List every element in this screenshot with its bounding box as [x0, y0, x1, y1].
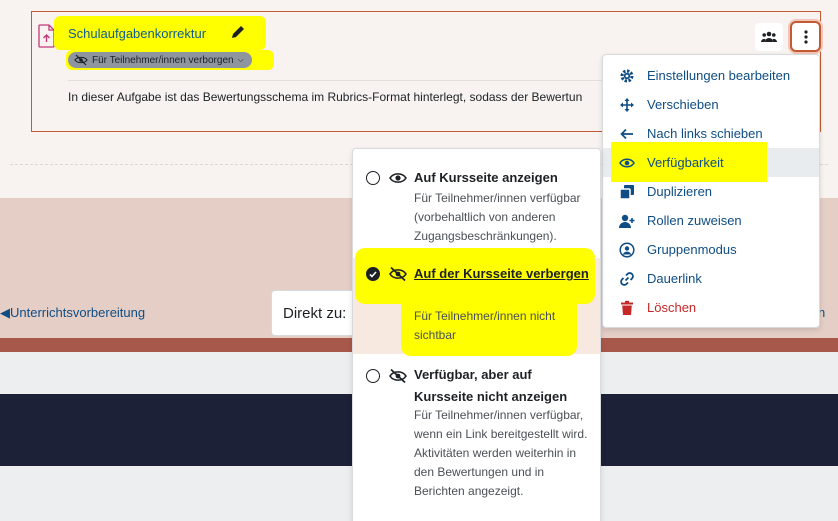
menu-item-label: Dauerlink: [647, 271, 702, 286]
menu-item-label: Gruppenmodus: [647, 242, 737, 257]
option-title: Verfügbar, aber auf Kursseite nicht anze…: [414, 367, 568, 404]
copy-icon: [619, 184, 634, 200]
menu-item-delete[interactable]: Löschen: [603, 293, 819, 322]
option-description: Für Teilnehmer/innen verfügbar (vorbehal…: [414, 191, 581, 243]
menu-item-label: Duplizieren: [647, 184, 713, 199]
menu-item-group-mode[interactable]: Gruppenmodus: [603, 235, 819, 264]
option-available-not-shown[interactable]: Verfügbar, aber auf Kursseite nicht anze…: [353, 363, 600, 521]
menu-item-assign-roles[interactable]: Rollen zuweisen: [603, 206, 819, 235]
jump-to-label: Direkt zu:: [283, 305, 347, 322]
option-description: Für Teilnehmer/innen nicht sichtbar: [414, 309, 556, 342]
menu-item-label: Verschieben: [647, 97, 719, 112]
card-separator: [68, 80, 660, 81]
eye-icon: [389, 173, 407, 183]
prev-activity-link[interactable]: ◀Unterrichtsvorbereitung: [0, 305, 145, 321]
activity-title[interactable]: Schulaufgabenkorrektur: [68, 26, 206, 41]
user-plus-icon: [619, 214, 635, 228]
activity-action-menu: Einstellungen bearbeiten Verschieben Nac…: [602, 54, 820, 328]
activity-actions-button[interactable]: [790, 21, 821, 52]
gear-icon: [620, 69, 634, 82]
option-title: Auf Kursseite anzeigen: [414, 170, 558, 185]
link-icon: [620, 271, 634, 286]
visibility-badge-label: Für Teilnehmer/innen verborgen: [92, 54, 234, 66]
jump-to-select[interactable]: Direkt zu:: [271, 290, 361, 336]
users-icon: [761, 31, 777, 42]
option-hide-on-course-page[interactable]: Auf der Kursseite verbergen Für Teilnehm…: [353, 252, 600, 356]
radio-button-checked[interactable]: [366, 267, 380, 281]
option-title: Auf der Kursseite verbergen: [414, 266, 589, 281]
eye-slash-icon: [389, 369, 407, 383]
menu-item-label: Löschen: [647, 300, 697, 315]
radio-button[interactable]: [366, 171, 380, 185]
kebab-menu-icon: [803, 29, 808, 44]
activity-description: In dieser Aufgabe ist das Bewertungssche…: [68, 90, 583, 104]
menu-item-label: Verfügbarkeit: [647, 155, 724, 170]
pencil-icon[interactable]: [230, 24, 246, 40]
trash-icon: [621, 300, 633, 315]
availability-menu: Auf Kursseite anzeigen Für Teilnehmer/in…: [352, 148, 601, 521]
menu-item-permalink[interactable]: Dauerlink: [603, 264, 819, 293]
next-activity-link[interactable]: n: [818, 305, 838, 320]
option-show-on-course-page[interactable]: Auf Kursseite anzeigen Für Teilnehmer/in…: [353, 163, 600, 255]
eye-slash-icon: [389, 267, 407, 281]
eye-slash-icon: [74, 54, 88, 66]
option-description: Für Teilnehmer/innen verfügbar, wenn ein…: [414, 408, 588, 498]
group-mode-button[interactable]: [755, 23, 783, 51]
menu-item-edit-settings[interactable]: Einstellungen bearbeiten: [603, 61, 819, 90]
chevron-down-icon: ⌵: [237, 55, 244, 64]
menu-item-label: Rollen zuweisen: [647, 213, 742, 228]
check-icon: [369, 270, 377, 278]
menu-item-availability[interactable]: Verfügbarkeit: [603, 142, 819, 182]
arrow-left-icon: [620, 128, 633, 139]
move-icon: [620, 97, 634, 112]
menu-item-move[interactable]: Verschieben: [603, 90, 819, 119]
menu-item-label: Einstellungen bearbeiten: [647, 68, 791, 83]
visibility-badge[interactable]: Für Teilnehmer/innen verborgen ⌵: [68, 52, 252, 68]
menu-item-duplicate[interactable]: Duplizieren: [603, 177, 819, 206]
user-circle-icon: [619, 241, 635, 258]
radio-button[interactable]: [366, 369, 380, 383]
menu-item-label: Nach links schieben: [647, 126, 763, 141]
eye-icon: [619, 158, 635, 167]
